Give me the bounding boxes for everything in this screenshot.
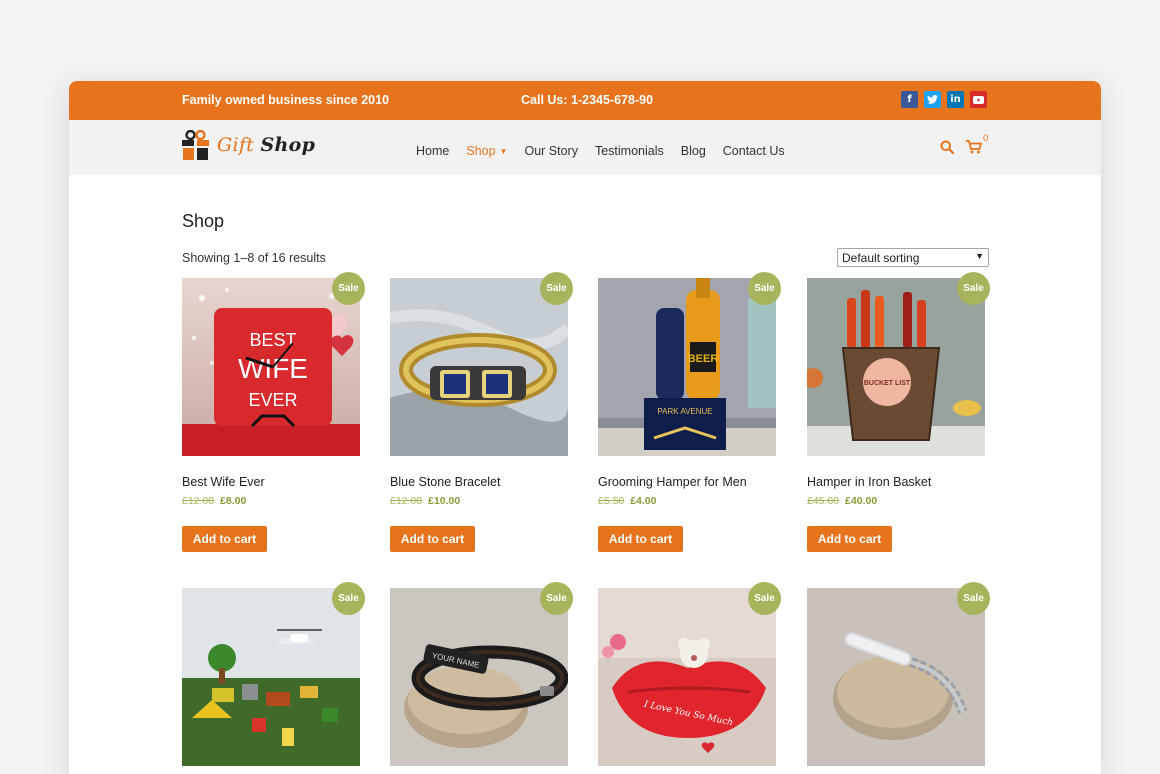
sort-select[interactable]: Default sorting ▼ [837, 248, 989, 267]
nav-contact-us[interactable]: Contact Us [723, 144, 785, 158]
nav-our-story[interactable]: Our Story [524, 144, 578, 158]
product-price: £45.00 £40.00 [807, 495, 877, 507]
add-to-cart-button[interactable]: Add to cart [182, 526, 267, 552]
phone-number: Call Us: 1-2345-678-90 [521, 93, 654, 107]
sale-badge: Sale [332, 272, 365, 305]
clock-text-ever: EVER [248, 390, 297, 410]
product-name[interactable]: Blue Stone Bracelet [390, 475, 501, 489]
site-logo[interactable]: Gift Shop [182, 130, 315, 160]
sale-badge: Sale [748, 582, 781, 615]
header-actions: 0 [940, 133, 988, 159]
sale-badge: Sale [540, 272, 573, 305]
sale-badge: Sale [748, 272, 781, 305]
old-price: £45.00 [807, 495, 840, 507]
sale-price: £8.00 [220, 495, 247, 507]
chevron-down-icon: ▼ [975, 251, 984, 261]
product-image[interactable]: YOUR NAME [390, 588, 568, 766]
product-price: £5.50 £4.00 [598, 495, 656, 507]
nav-home[interactable]: Home [416, 144, 449, 158]
product-image[interactable] [182, 588, 360, 766]
linkedin-icon[interactable]: in [947, 91, 964, 108]
nav-blog[interactable]: Blog [681, 144, 706, 158]
facebook-icon[interactable]: f [901, 91, 918, 108]
cart-button[interactable]: 0 [966, 133, 988, 159]
product-price: £12.00 £10.00 [390, 495, 460, 507]
product-image[interactable] [390, 278, 568, 456]
product-name[interactable]: Hamper in Iron Basket [807, 475, 931, 489]
main-nav: Home Shop ▼ Our Story Testimonials Blog … [416, 144, 802, 158]
nav-shop-label: Shop [466, 144, 496, 158]
sale-badge: Sale [540, 582, 573, 615]
result-count: Showing 1–8 of 16 results [182, 251, 326, 265]
logo-text: Gift Shop [217, 134, 315, 156]
old-price: £12.00 [390, 495, 423, 507]
add-to-cart-button[interactable]: Add to cart [390, 526, 475, 552]
add-to-cart-button[interactable]: Add to cart [807, 526, 892, 552]
cart-icon [966, 140, 982, 154]
box-label: PARK AVENUE [657, 407, 712, 416]
gift-box-icon [182, 130, 209, 160]
twitter-icon[interactable] [924, 91, 941, 108]
sale-price: £10.00 [428, 495, 461, 507]
sale-badge: Sale [957, 272, 990, 305]
youtube-icon[interactable] [970, 91, 987, 108]
add-to-cart-button[interactable]: Add to cart [598, 526, 683, 552]
top-bar: Family owned business since 2010 Call Us… [69, 81, 1101, 120]
tag-label: BUCKET LIST [864, 380, 911, 387]
product-image[interactable]: BUCKET LIST [807, 278, 985, 456]
chevron-down-icon: ▼ [499, 146, 508, 156]
bottle-label: BEER [688, 353, 719, 365]
product-name[interactable]: Grooming Hamper for Men [598, 475, 747, 489]
sale-badge: Sale [332, 582, 365, 615]
product-image[interactable]: I Love You So Much [598, 588, 776, 766]
sale-price: £4.00 [630, 495, 657, 507]
product-name[interactable]: Best Wife Ever [182, 475, 265, 489]
nav-shop[interactable]: Shop ▼ [466, 144, 507, 158]
old-price: £5.50 [598, 495, 625, 507]
product-price: £12.00 £8.00 [182, 495, 246, 507]
product-image[interactable] [807, 588, 985, 766]
logo-word-shop: Shop [260, 134, 316, 156]
sale-price: £40.00 [845, 495, 878, 507]
cart-count: 0 [983, 133, 989, 144]
product-image[interactable]: BEST WIFE EVER [182, 278, 360, 456]
browser-frame: Family owned business since 2010 Call Us… [69, 81, 1101, 774]
logo-word-gift: Gift [217, 134, 255, 156]
search-icon[interactable] [940, 140, 954, 154]
nav-testimonials[interactable]: Testimonials [595, 144, 664, 158]
social-links: f in [901, 91, 987, 108]
product-image[interactable]: BEER PARK AVENUE [598, 278, 776, 456]
site-header: Gift Shop Home Shop ▼ Our Story Testimon… [69, 120, 1101, 175]
tagline: Family owned business since 2010 [182, 93, 390, 107]
page-title: Shop [182, 211, 225, 231]
sort-value: Default sorting [842, 251, 920, 265]
sale-badge: Sale [957, 582, 990, 615]
old-price: £12.00 [182, 495, 215, 507]
